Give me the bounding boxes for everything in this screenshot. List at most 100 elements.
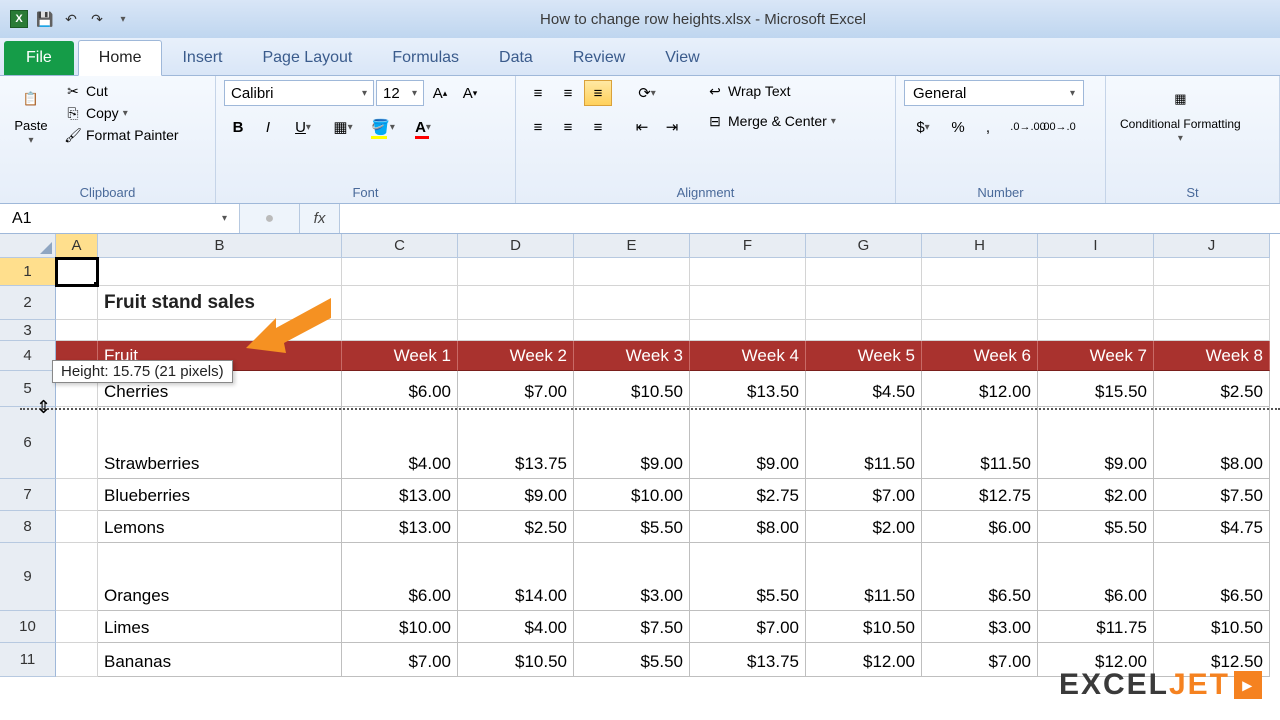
tab-formulas[interactable]: Formulas <box>372 41 479 75</box>
cell[interactable] <box>1038 320 1154 341</box>
tab-page-layout[interactable]: Page Layout <box>242 41 372 75</box>
cell[interactable]: $10.00 <box>574 479 690 511</box>
col-header-i[interactable]: I <box>1038 234 1154 258</box>
cell[interactable]: Week 4 <box>690 341 806 371</box>
cell[interactable] <box>574 320 690 341</box>
cut-button[interactable]: ✂Cut <box>60 80 183 102</box>
align-right-button[interactable]: ≡ <box>584 114 612 140</box>
cell[interactable]: $13.75 <box>458 407 574 479</box>
cell[interactable] <box>922 286 1038 320</box>
col-header-f[interactable]: F <box>690 234 806 258</box>
decrease-decimal-button[interactable]: .00→.0 <box>1044 114 1072 140</box>
fx-icon[interactable]: fx <box>300 204 340 233</box>
tab-insert[interactable]: Insert <box>162 41 242 75</box>
row-header-3[interactable]: 3 <box>0 320 56 341</box>
cell[interactable]: $6.50 <box>1154 543 1270 611</box>
cell[interactable]: $10.50 <box>458 643 574 677</box>
cell[interactable]: $6.00 <box>922 511 1038 543</box>
undo-icon[interactable]: ↶ <box>60 8 82 30</box>
cell[interactable]: $11.75 <box>1038 611 1154 643</box>
cell[interactable]: $5.50 <box>574 643 690 677</box>
cell[interactable]: $9.00 <box>458 479 574 511</box>
cell[interactable] <box>574 258 690 286</box>
currency-button[interactable]: $ ▾ <box>904 114 942 140</box>
cell[interactable]: $2.75 <box>690 479 806 511</box>
cell[interactable]: $2.00 <box>1038 479 1154 511</box>
cell[interactable] <box>56 611 98 643</box>
name-box[interactable]: A1▾ <box>0 204 240 233</box>
align-center-button[interactable]: ≡ <box>554 114 582 140</box>
conditional-formatting-button[interactable]: ▦ Conditional Formatting ▾ <box>1114 80 1247 146</box>
cell[interactable] <box>806 258 922 286</box>
format-painter-button[interactable]: 🖌Format Painter <box>60 124 183 146</box>
col-header-c[interactable]: C <box>342 234 458 258</box>
align-top-button[interactable]: ≡ <box>524 80 552 106</box>
cell[interactable]: $10.00 <box>342 611 458 643</box>
worksheet-grid[interactable]: A B C D E F G H I J 12Fruit stand sales3… <box>0 234 1280 677</box>
font-color-button[interactable]: A ▾ <box>404 114 442 140</box>
cell[interactable]: $4.00 <box>342 407 458 479</box>
cell[interactable]: Week 5 <box>806 341 922 371</box>
paste-split-icon[interactable]: ▾ <box>28 135 33 146</box>
cell[interactable]: $9.00 <box>574 407 690 479</box>
col-header-e[interactable]: E <box>574 234 690 258</box>
cell[interactable]: $6.00 <box>342 371 458 407</box>
cell[interactable] <box>690 286 806 320</box>
cell[interactable]: $10.50 <box>574 371 690 407</box>
cell[interactable]: Week 1 <box>342 341 458 371</box>
cell[interactable] <box>806 320 922 341</box>
cell[interactable] <box>98 258 342 286</box>
cell[interactable] <box>806 286 922 320</box>
chevron-down-icon[interactable]: ▾ <box>222 213 227 224</box>
cell[interactable] <box>56 543 98 611</box>
cell[interactable]: Oranges <box>98 543 342 611</box>
cell[interactable] <box>56 479 98 511</box>
cell[interactable]: $14.00 <box>458 543 574 611</box>
cell[interactable] <box>458 258 574 286</box>
cell[interactable] <box>458 320 574 341</box>
cell[interactable]: $5.50 <box>1038 511 1154 543</box>
cell[interactable]: $7.00 <box>922 643 1038 677</box>
align-middle-button[interactable]: ≡ <box>554 80 582 106</box>
cell[interactable]: $4.50 <box>806 371 922 407</box>
tab-home[interactable]: Home <box>78 40 163 76</box>
cell[interactable]: $6.00 <box>342 543 458 611</box>
col-header-g[interactable]: G <box>806 234 922 258</box>
cell[interactable]: $7.50 <box>574 611 690 643</box>
col-header-d[interactable]: D <box>458 234 574 258</box>
cell[interactable] <box>56 286 98 320</box>
cell[interactable] <box>56 511 98 543</box>
tab-data[interactable]: Data <box>479 41 553 75</box>
cell[interactable]: $11.50 <box>806 407 922 479</box>
cell[interactable] <box>342 320 458 341</box>
cell[interactable]: $15.50 <box>1038 371 1154 407</box>
wrap-text-button[interactable]: ↩Wrap Text <box>702 80 840 102</box>
redo-icon[interactable]: ↷ <box>86 8 108 30</box>
cell[interactable]: $12.00 <box>806 643 922 677</box>
qat-customize-icon[interactable]: ▾ <box>112 8 134 30</box>
cell[interactable]: $7.00 <box>342 643 458 677</box>
cell[interactable]: $7.00 <box>806 479 922 511</box>
cell[interactable] <box>56 320 98 341</box>
cell[interactable] <box>458 286 574 320</box>
cell[interactable]: Week 6 <box>922 341 1038 371</box>
cell[interactable] <box>690 320 806 341</box>
cell[interactable]: Bananas <box>98 643 342 677</box>
cell[interactable] <box>1154 286 1270 320</box>
cell[interactable]: $3.00 <box>922 611 1038 643</box>
formula-input[interactable] <box>340 204 1280 233</box>
row-header-11[interactable]: 11 <box>0 643 56 677</box>
row-header-7[interactable]: 7 <box>0 479 56 511</box>
cell[interactable]: $2.00 <box>806 511 922 543</box>
select-all-corner[interactable] <box>0 234 56 258</box>
comma-button[interactable]: , <box>974 114 1002 140</box>
col-header-h[interactable]: H <box>922 234 1038 258</box>
cell[interactable]: $2.50 <box>1154 371 1270 407</box>
cell[interactable]: $13.00 <box>342 479 458 511</box>
row-header-2[interactable]: 2 <box>0 286 56 320</box>
cell[interactable]: $12.00 <box>922 371 1038 407</box>
cell[interactable]: $9.00 <box>1038 407 1154 479</box>
cell[interactable]: Limes <box>98 611 342 643</box>
cell[interactable] <box>1038 258 1154 286</box>
cell[interactable]: $8.00 <box>690 511 806 543</box>
